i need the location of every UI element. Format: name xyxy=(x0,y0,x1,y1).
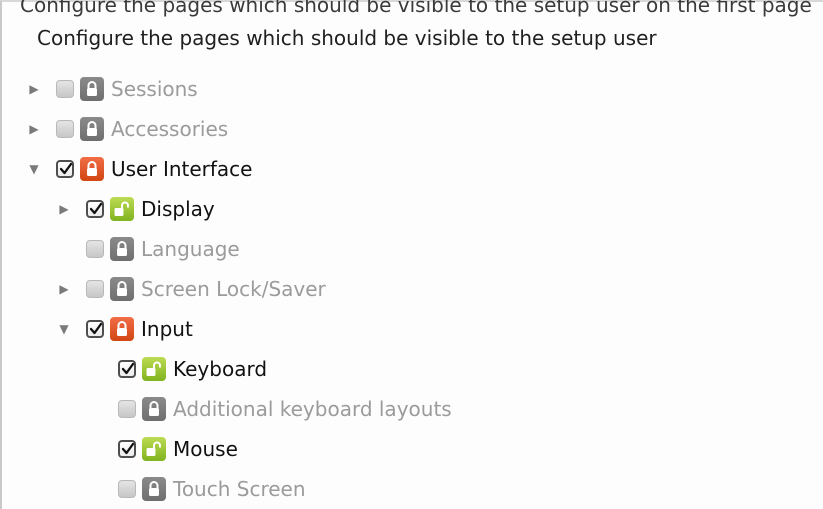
tree-row-display[interactable]: ▶ Display xyxy=(56,192,215,226)
checkbox[interactable] xyxy=(118,440,136,458)
checkbox[interactable] xyxy=(56,80,74,98)
tree-row-screen-lock-saver[interactable]: ▶ Screen Lock/Saver xyxy=(56,272,326,306)
lock-icon[interactable] xyxy=(142,477,166,501)
lock-icon[interactable] xyxy=(80,117,104,141)
clipped-top-text: Configure the pages which should be visi… xyxy=(20,0,812,17)
tree-row-keyboard[interactable]: ▶ Keyboard xyxy=(88,352,267,386)
page-title: Configure the pages which should be visi… xyxy=(37,26,657,50)
checkbox[interactable] xyxy=(118,480,136,498)
checkbox[interactable] xyxy=(86,200,104,218)
tree-label: Touch Screen xyxy=(173,477,306,501)
tree-row-sessions[interactable]: ▶ Sessions xyxy=(26,72,198,106)
tree-label: Keyboard xyxy=(173,357,268,381)
lock-icon[interactable] xyxy=(80,77,104,101)
tree-label: Screen Lock/Saver xyxy=(141,277,326,301)
tree-row-accessories[interactable]: ▶ Accessories xyxy=(26,112,228,146)
expand-arrow-right-icon[interactable]: ▶ xyxy=(26,121,42,137)
checkbox[interactable] xyxy=(86,280,104,298)
expand-arrow-right-icon[interactable]: ▶ xyxy=(56,201,72,217)
lock-icon[interactable] xyxy=(110,317,134,341)
lock-icon[interactable] xyxy=(110,277,134,301)
tree-row-language[interactable]: ▶ Language xyxy=(56,232,240,266)
settings-panel: Configure the pages which should be visi… xyxy=(0,0,823,509)
tree-label: Input xyxy=(141,317,193,341)
expand-arrow-right-icon[interactable]: ▶ xyxy=(26,81,42,97)
lock-icon[interactable] xyxy=(80,157,104,181)
expand-arrow-down-icon[interactable]: ▼ xyxy=(56,321,72,337)
checkbox[interactable] xyxy=(86,240,104,258)
tree-label: Language xyxy=(141,237,240,261)
tree-row-input[interactable]: ▼ Input xyxy=(56,312,193,346)
checkbox[interactable] xyxy=(118,400,136,418)
expand-arrow-down-icon[interactable]: ▼ xyxy=(26,161,42,177)
tree-label: Mouse xyxy=(173,437,238,461)
tree-label: User Interface xyxy=(111,157,253,181)
tree-row-mouse[interactable]: ▶ Mouse xyxy=(88,432,238,466)
checkbox[interactable] xyxy=(118,360,136,378)
tree-label: Additional keyboard layouts xyxy=(173,397,452,421)
lock-icon[interactable] xyxy=(110,237,134,261)
tree-row-user-interface[interactable]: ▼ User Interface xyxy=(26,152,252,186)
lock-icon[interactable] xyxy=(142,397,166,421)
unlock-icon[interactable] xyxy=(110,197,134,221)
tree-row-additional-keyboard-layouts[interactable]: ▶ Additional keyboard layouts xyxy=(88,392,452,426)
tree-label: Accessories xyxy=(111,117,229,141)
expand-arrow-right-icon[interactable]: ▶ xyxy=(56,281,72,297)
tree-row-touch-screen[interactable]: ▶ Touch Screen xyxy=(88,472,306,506)
checkbox[interactable] xyxy=(56,160,74,178)
tree-label: Display xyxy=(141,197,215,221)
checkbox[interactable] xyxy=(56,120,74,138)
unlock-icon[interactable] xyxy=(142,357,166,381)
tree-label: Sessions xyxy=(111,77,198,101)
checkbox[interactable] xyxy=(86,320,104,338)
unlock-icon[interactable] xyxy=(142,437,166,461)
